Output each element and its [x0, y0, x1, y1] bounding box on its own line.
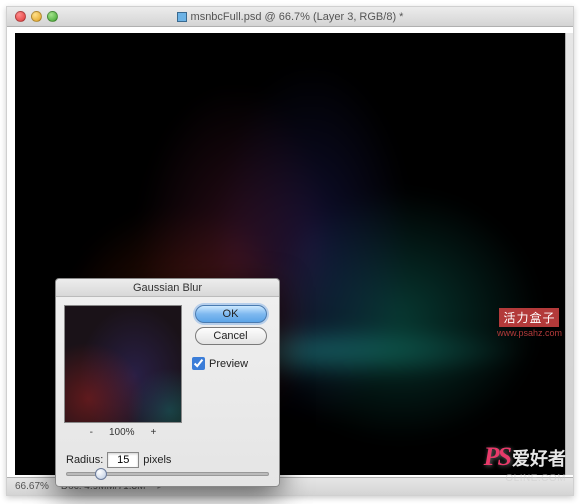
zoom-in-button[interactable]: +: [151, 427, 157, 438]
radius-slider[interactable]: [66, 472, 269, 476]
preview-checkbox-label: Preview: [209, 358, 248, 370]
vertical-scrollbar[interactable]: [565, 33, 573, 475]
preview-image[interactable]: [64, 305, 182, 423]
title-bar[interactable]: msnbcFull.psd @ 66.7% (Layer 3, RGB/8) *: [7, 7, 573, 27]
radius-label: Radius:: [66, 454, 103, 466]
traffic-lights: [7, 11, 58, 22]
ok-button[interactable]: OK: [195, 305, 267, 323]
radius-unit: pixels: [143, 454, 171, 466]
preview-checkbox-row[interactable]: Preview: [190, 357, 248, 370]
window-title: msnbcFull.psd @ 66.7% (Layer 3, RGB/8) *: [7, 11, 573, 23]
document-icon: [177, 12, 187, 22]
radius-input[interactable]: [107, 452, 139, 468]
gaussian-blur-dialog: Gaussian Blur - 100% + OK Cancel Preview…: [55, 278, 280, 487]
dialog-title[interactable]: Gaussian Blur: [56, 279, 279, 297]
preview-checkbox[interactable]: [192, 357, 205, 370]
zoom-percent: 100%: [109, 427, 135, 438]
cancel-button[interactable]: Cancel: [195, 327, 267, 345]
zoom-out-button[interactable]: -: [90, 427, 93, 438]
radius-slider-thumb[interactable]: [95, 468, 107, 480]
status-zoom[interactable]: 66.67%: [15, 481, 49, 492]
zoom-icon[interactable]: [47, 11, 58, 22]
minimize-icon[interactable]: [31, 11, 42, 22]
close-icon[interactable]: [15, 11, 26, 22]
